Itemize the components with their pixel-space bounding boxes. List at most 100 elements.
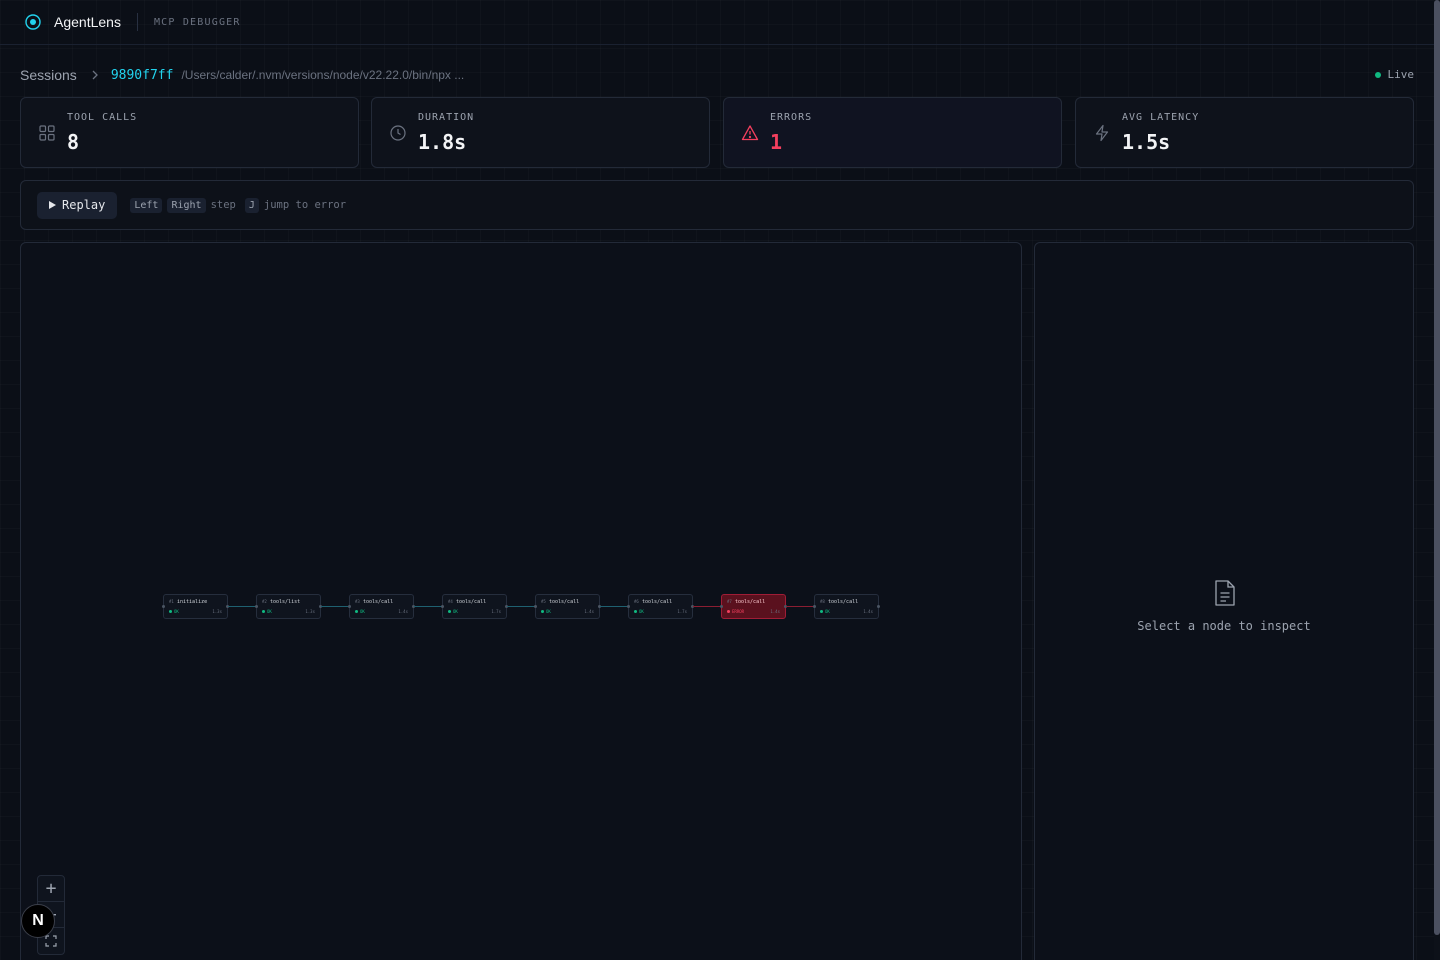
- stat-card-tool-calls: TOOL CALLS 8: [20, 97, 359, 168]
- keyboard-hints: Left Right step J jump to error: [130, 197, 347, 213]
- node-input-handle[interactable]: [162, 605, 165, 608]
- node-index: #2: [262, 599, 267, 604]
- node-input-handle[interactable]: [627, 605, 630, 608]
- status-dot-icon: [169, 610, 172, 613]
- stat-value: 1.8s: [418, 130, 467, 154]
- graph-node[interactable]: #3 tools/call OK 1.4s: [348, 594, 415, 619]
- clock-icon: [389, 124, 407, 142]
- node-status: OK: [360, 609, 365, 614]
- app-subtitle: MCP DEBUGGER: [153, 16, 241, 28]
- graph-node[interactable]: #4 tools/call OK 1.7s: [441, 594, 508, 619]
- status-dot-icon: [541, 610, 544, 613]
- graph-node[interactable]: #7 tools/call ERROR 1.4s: [720, 594, 787, 619]
- node-status: ERROR: [732, 609, 745, 614]
- replay-button[interactable]: Replay: [37, 191, 118, 219]
- breadcrumb-sessions-link[interactable]: Sessions: [20, 67, 77, 83]
- scrollbar-thumb[interactable]: [1434, 0, 1440, 935]
- n-badge-button[interactable]: N: [21, 904, 55, 938]
- stat-label: ERRORS: [770, 112, 813, 123]
- hint-jump-to-error: jump to error: [263, 199, 347, 211]
- stat-card-duration: DURATION 1.8s: [371, 97, 710, 168]
- node-method: tools/call: [363, 599, 394, 605]
- node-index: #3: [355, 599, 360, 604]
- node-duration: 1.3s: [212, 609, 222, 614]
- radar-target-icon[interactable]: [24, 13, 42, 31]
- node-status: OK: [825, 609, 830, 614]
- key-right: Right: [167, 197, 206, 213]
- status-dot-icon: [355, 610, 358, 613]
- replay-button-label: Replay: [62, 198, 106, 212]
- status-dot-icon: [448, 610, 451, 613]
- status-dot-icon: [262, 610, 265, 613]
- live-status: Live: [1374, 68, 1414, 81]
- key-jump: J: [244, 197, 259, 213]
- node-duration: 1.7s: [677, 609, 687, 614]
- node-method: tools/call: [828, 599, 859, 605]
- session-command-path: /Users/calder/.nvm/versions/node/v22.22.…: [181, 68, 465, 82]
- node-input-handle[interactable]: [534, 605, 537, 608]
- node-index: #7: [727, 599, 732, 604]
- flow-canvas[interactable]: #1 initialize OK 1.3s #2 tools/list OK 1.3s #3 to…: [20, 242, 1022, 960]
- node-index: #6: [634, 599, 639, 604]
- node-method: tools/call: [642, 599, 673, 605]
- graph-node[interactable]: #5 tools/call OK 1.4s: [534, 594, 601, 619]
- status-dot-icon: [727, 610, 730, 613]
- node-index: #5: [541, 599, 546, 604]
- node-output-handle[interactable]: [877, 605, 880, 608]
- session-id: 9890f7ff: [110, 67, 174, 83]
- status-dot-icon: [820, 610, 823, 613]
- stat-label: AVG LATENCY: [1122, 112, 1200, 123]
- breadcrumb: Sessions 9890f7ff /Users/calder/.nvm/ver…: [20, 66, 464, 84]
- warning-triangle-icon: [741, 124, 759, 142]
- node-method: initialize: [177, 599, 208, 605]
- live-dot-icon: [1374, 71, 1381, 78]
- node-index: #4: [448, 599, 453, 604]
- grid-icon: [38, 124, 56, 142]
- key-left: Left: [130, 197, 163, 213]
- node-index: #1: [169, 599, 174, 604]
- graph-node[interactable]: #1 initialize OK 1.3s: [162, 594, 229, 619]
- node-method: tools/list: [270, 599, 301, 605]
- stat-value: 1.5s: [1122, 130, 1171, 154]
- node-input-handle[interactable]: [441, 605, 444, 608]
- node-input-handle[interactable]: [255, 605, 258, 608]
- replay-toolbar: Replay Left Right step J jump to error: [20, 180, 1414, 230]
- node-status: OK: [267, 609, 272, 614]
- node-method: tools/call: [735, 599, 766, 605]
- node-status: OK: [453, 609, 458, 614]
- node-duration: 1.4s: [398, 609, 408, 614]
- top-bar: AgentLens MCP DEBUGGER: [0, 0, 1434, 45]
- graph-node[interactable]: #8 tools/call OK 1.4s: [813, 594, 880, 619]
- inspector-panel: Select a node to inspect: [1034, 242, 1414, 960]
- zoom-in-button[interactable]: +: [38, 876, 64, 902]
- stat-value: 1: [770, 130, 783, 154]
- node-duration: 1.4s: [863, 609, 873, 614]
- node-input-handle[interactable]: [348, 605, 351, 608]
- brand-name[interactable]: AgentLens: [54, 14, 121, 30]
- stat-value: 8: [67, 130, 80, 154]
- header-divider: [136, 13, 138, 31]
- node-duration: 1.4s: [584, 609, 594, 614]
- status-dot-icon: [634, 610, 637, 613]
- stat-label: TOOL CALLS: [67, 112, 138, 123]
- stat-card-avg-latency: AVG LATENCY 1.5s: [1075, 97, 1414, 168]
- node-index: #8: [820, 599, 825, 604]
- graph-edge: [786, 606, 814, 607]
- graph-node[interactable]: #6 tools/call OK 1.7s: [627, 594, 694, 619]
- stat-label: DURATION: [418, 112, 475, 123]
- node-method: tools/call: [456, 599, 487, 605]
- hint-step: step: [210, 199, 236, 211]
- lightning-icon: [1093, 124, 1111, 142]
- node-duration: 1.3s: [305, 609, 315, 614]
- graph-edge: [414, 606, 442, 607]
- graph-edge: [693, 606, 721, 607]
- node-input-handle[interactable]: [720, 605, 723, 608]
- inspector-empty-text: Select a node to inspect: [1137, 619, 1311, 633]
- graph-edge: [507, 606, 535, 607]
- graph-edge: [600, 606, 628, 607]
- node-input-handle[interactable]: [813, 605, 816, 608]
- node-status: OK: [546, 609, 551, 614]
- graph-node[interactable]: #2 tools/list OK 1.3s: [255, 594, 322, 619]
- node-status: OK: [174, 609, 179, 614]
- node-duration: 1.7s: [491, 609, 501, 614]
